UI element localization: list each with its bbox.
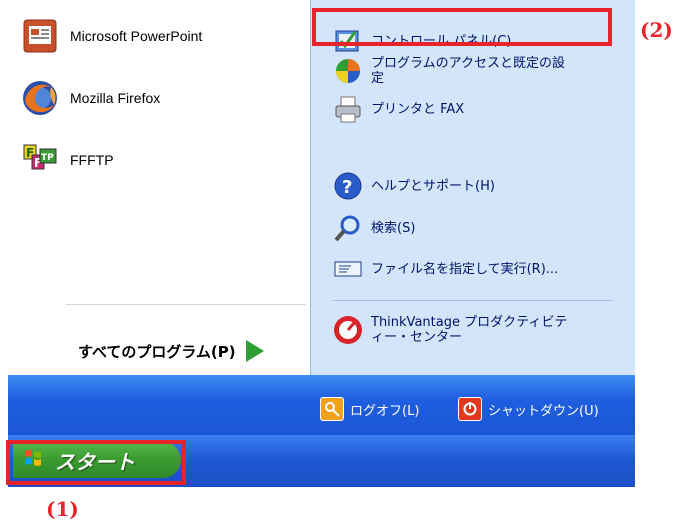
menu-item-printers-fax[interactable]: プリンタと FAX [331, 92, 464, 126]
search-icon [331, 211, 365, 245]
menu-item-label: プログラムのアクセスと既定の設 定 [371, 56, 565, 86]
program-item-ffftp[interactable]: F F TP FFFTP [20, 140, 114, 180]
shutdown-button[interactable]: シャットダウン(U) [458, 397, 599, 421]
menu-item-label: 検索(S) [371, 220, 416, 236]
ffftp-icon: F F TP [20, 140, 60, 180]
help-icon: ? [331, 169, 365, 203]
power-icon [458, 397, 482, 421]
printer-fax-icon [331, 92, 365, 126]
menu-item-thinkvantage[interactable]: ThinkVantage プロダクティビテ ィー・センター [331, 310, 567, 350]
powerpoint-icon [20, 16, 60, 56]
thinkvantage-icon [331, 313, 365, 347]
all-programs-label: すべてのプログラム(P) [78, 342, 236, 361]
program-label: Mozilla Firefox [70, 90, 161, 106]
all-programs-button[interactable]: すべてのプログラム(P) [78, 340, 264, 362]
system-places-pane: コントロール パネル(C) プログラムのアクセスと既定の設 定 プリンタと FA… [310, 0, 635, 375]
menu-item-label: プリンタと FAX [371, 101, 465, 117]
logoff-label: ログオフ(L) [350, 403, 420, 419]
menu-item-label: ヘルプとサポート(H) [371, 178, 495, 194]
annotation-label-2: (2) [640, 18, 673, 42]
menu-item-program-access[interactable]: プログラムのアクセスと既定の設 定 [331, 54, 565, 88]
divider [66, 304, 306, 305]
annotation-label-1: (1) [46, 497, 79, 521]
firefox-icon [20, 78, 60, 118]
menu-item-help-support[interactable]: ? ヘルプとサポート(H) [331, 169, 495, 203]
menu-item-label: ファイル名を指定して実行(R)... [371, 261, 559, 277]
menu-item-run[interactable]: ファイル名を指定して実行(R)... [331, 252, 558, 286]
green-arrow-icon [245, 340, 264, 362]
program-label: FFFTP [70, 152, 114, 168]
divider [333, 300, 613, 301]
program-item-powerpoint[interactable]: Microsoft PowerPoint [20, 16, 202, 56]
menu-footer-bar: ログオフ(L) シャットダウン(U) [8, 375, 635, 435]
svg-text:TP: TP [41, 153, 54, 163]
svg-text:?: ? [342, 177, 352, 198]
key-icon [320, 397, 344, 421]
logoff-button[interactable]: ログオフ(L) [320, 397, 419, 421]
annotation-box-start [6, 440, 186, 485]
shutdown-label: シャットダウン(U) [488, 403, 599, 419]
menu-item-search[interactable]: 検索(S) [331, 211, 415, 245]
program-item-firefox[interactable]: Mozilla Firefox [20, 78, 160, 118]
program-label: Microsoft PowerPoint [70, 28, 203, 44]
program-access-icon [331, 54, 365, 88]
menu-item-label: ThinkVantage プロダクティビテ ィー・センター [371, 315, 568, 345]
program-list-pane: Microsoft PowerPoint Mozilla Firefox F F… [8, 0, 310, 375]
annotation-box-control-panel [312, 8, 612, 46]
run-icon [331, 252, 365, 286]
